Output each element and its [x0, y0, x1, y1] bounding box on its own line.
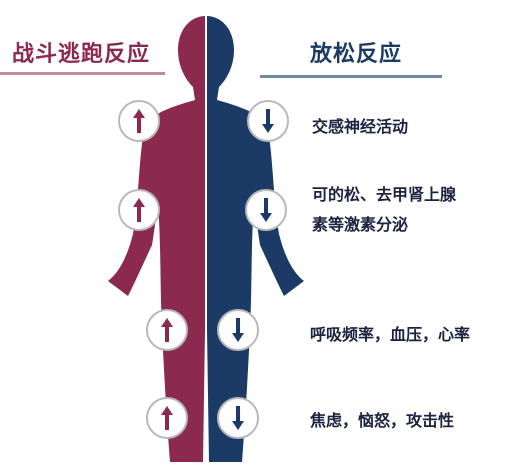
diagram: 战斗逃跑反应 放松反应 交感神经活动 可的松、去甲肾上腺 素等激素分泌 呼吸频率… — [0, 0, 511, 468]
down-arrow-icon — [217, 397, 259, 439]
up-arrow-icon — [146, 309, 188, 351]
human-figure — [108, 14, 304, 464]
down-arrow-icon — [245, 189, 287, 231]
sympathetic-activity-label: 交感神经活动 — [312, 117, 409, 136]
hormone-secretion-label-line1: 可的松、去甲肾上腺 — [312, 185, 457, 204]
vital-signs-label: 呼吸频率，血压，心率 — [310, 325, 471, 344]
emotional-state-label: 焦虑，恼怒，攻击性 — [310, 411, 455, 430]
up-arrow-icon — [118, 189, 160, 231]
hormone-secretion-label-line2: 素等激素分泌 — [312, 215, 409, 234]
up-arrow-icon — [118, 100, 160, 142]
up-arrow-icon — [146, 397, 188, 439]
down-arrow-icon — [217, 309, 259, 351]
down-arrow-icon — [247, 100, 289, 142]
